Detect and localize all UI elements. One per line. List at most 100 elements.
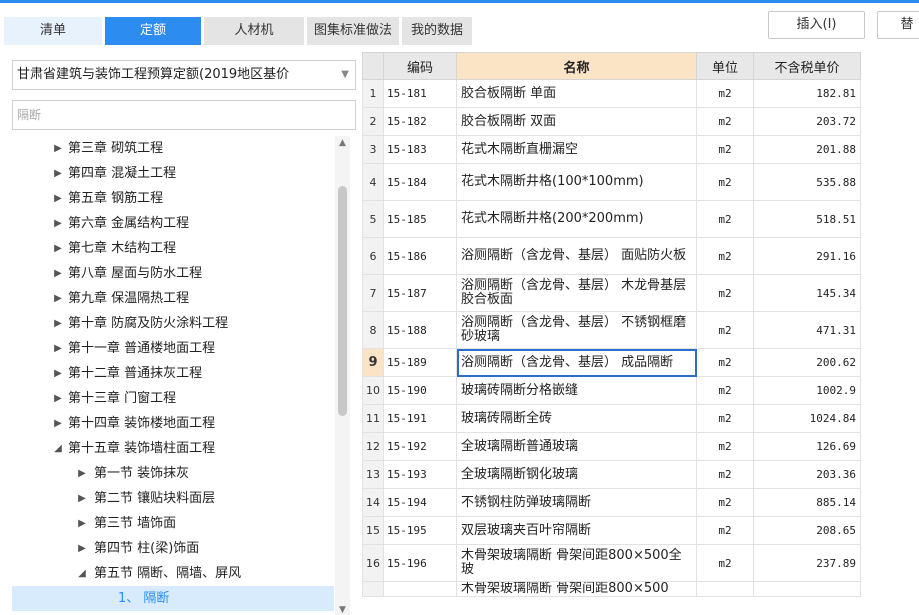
- quota-unit[interactable]: m2: [696, 79, 754, 108]
- table-row[interactable]: 14 15-194 不锈钢柱防弹玻璃隔断 m2 885.14: [362, 488, 861, 517]
- table-row[interactable]: 9 15-189 浴厕隔断（含龙骨、基层） 成品隔断 m2 200.62: [362, 348, 861, 377]
- caret-expanded-icon[interactable]: ◢: [52, 436, 64, 461]
- quota-unit[interactable]: m2: [696, 163, 754, 201]
- quota-name[interactable]: 浴厕隔断（含龙骨、基层） 木龙骨基层胶合板面: [456, 274, 697, 312]
- quota-unit[interactable]: m2: [696, 200, 754, 238]
- table-row[interactable]: 7 15-187 浴厕隔断（含龙骨、基层） 木龙骨基层胶合板面 m2 145.34: [362, 274, 861, 312]
- quota-code[interactable]: 15-196: [383, 544, 457, 582]
- quota-code[interactable]: 15-185: [383, 200, 457, 238]
- caret-expanded-icon[interactable]: ◢: [76, 561, 88, 586]
- quota-price[interactable]: 200.62: [753, 348, 861, 377]
- tab-quota[interactable]: 定额: [105, 17, 201, 45]
- quota-unit[interactable]: m2: [696, 460, 754, 489]
- quota-name[interactable]: 浴厕隔断（含龙骨、基层） 面贴防火板: [456, 237, 697, 275]
- quota-name[interactable]: 木骨架玻璃隔断 骨架间距800×500: [456, 581, 697, 597]
- quota-name[interactable]: 玻璃砖隔断全砖: [456, 404, 697, 433]
- table-row[interactable]: 5 15-185 花式木隔断井格(200*200mm) m2 518.51: [362, 200, 861, 238]
- caret-right-icon[interactable]: ▶: [52, 361, 64, 386]
- tree-item[interactable]: ▶ 第三节 墙饰面: [12, 511, 334, 536]
- tree-scrollbar[interactable]: ▲ ▼: [335, 136, 350, 615]
- caret-right-icon[interactable]: ▶: [52, 411, 64, 436]
- table-row[interactable]: 12 15-192 全玻璃隔断普通玻璃 m2 126.69: [362, 432, 861, 461]
- quota-unit[interactable]: m2: [696, 376, 754, 405]
- quota-code[interactable]: 15-184: [383, 163, 457, 201]
- quota-name[interactable]: 胶合板隔断 单面: [456, 79, 697, 108]
- quota-name[interactable]: 全玻璃隔断钢化玻璃: [456, 460, 697, 489]
- quota-unit[interactable]: m2: [696, 432, 754, 461]
- quota-unit[interactable]: m2: [696, 348, 754, 377]
- quota-price[interactable]: 885.14: [753, 488, 861, 517]
- quota-code[interactable]: 15-195: [383, 516, 457, 545]
- caret-right-icon[interactable]: ▶: [52, 311, 64, 336]
- caret-right-icon[interactable]: ▶: [52, 336, 64, 361]
- table-row[interactable]: 6 15-186 浴厕隔断（含龙骨、基层） 面贴防火板 m2 291.16: [362, 237, 861, 275]
- scroll-down-icon[interactable]: ▼: [335, 605, 350, 615]
- quota-price[interactable]: 126.69: [753, 432, 861, 461]
- tree-item[interactable]: ▶ 第八章 屋面与防水工程: [12, 261, 334, 286]
- insert-button[interactable]: 插入(I): [768, 11, 865, 39]
- quota-code[interactable]: 15-188: [383, 311, 457, 349]
- tab-atlas-standard[interactable]: 图集标准做法: [307, 17, 399, 45]
- quota-price[interactable]: 145.34: [753, 274, 861, 312]
- quota-name[interactable]: 浴厕隔断（含龙骨、基层） 成品隔断: [456, 348, 697, 377]
- quota-unit[interactable]: m2: [696, 274, 754, 312]
- quota-name[interactable]: 全玻璃隔断普通玻璃: [456, 432, 697, 461]
- quota-unit[interactable]: m2: [696, 516, 754, 545]
- quota-price[interactable]: 291.16: [753, 237, 861, 275]
- quota-price[interactable]: 203.36: [753, 460, 861, 489]
- quota-unit[interactable]: m2: [696, 404, 754, 433]
- quota-name[interactable]: 双层玻璃夹百叶帘隔断: [456, 516, 697, 545]
- quota-price[interactable]: 237.89: [753, 544, 861, 582]
- quota-code[interactable]: 15-186: [383, 237, 457, 275]
- table-row[interactable]: 木骨架玻璃隔断 骨架间距800×500: [362, 581, 861, 597]
- scroll-thumb[interactable]: [338, 186, 347, 416]
- quota-price[interactable]: 535.88: [753, 163, 861, 201]
- tab-labor-material[interactable]: 人材机: [204, 17, 304, 45]
- tree-item[interactable]: ▶ 第三章 砌筑工程: [12, 136, 334, 161]
- tree-item[interactable]: 1、 隔断: [12, 586, 334, 611]
- search-input[interactable]: 隔断: [12, 100, 356, 130]
- quota-price[interactable]: 182.81: [753, 79, 861, 108]
- caret-right-icon[interactable]: ▶: [76, 461, 88, 486]
- quota-code[interactable]: 15-194: [383, 488, 457, 517]
- caret-right-icon[interactable]: ▶: [76, 536, 88, 561]
- quota-name[interactable]: 玻璃砖隔断分格嵌缝: [456, 376, 697, 405]
- caret-right-icon[interactable]: ▶: [52, 161, 64, 186]
- quota-price[interactable]: 208.65: [753, 516, 861, 545]
- header-code[interactable]: 编码: [383, 52, 457, 80]
- table-row[interactable]: 8 15-188 浴厕隔断（含龙骨、基层） 不锈钢框磨砂玻璃 m2 471.31: [362, 311, 861, 349]
- tree-item[interactable]: ▶ 第十一章 普通楼地面工程: [12, 336, 334, 361]
- tree-item[interactable]: ▶ 第十二章 普通抹灰工程: [12, 361, 334, 386]
- caret-right-icon[interactable]: ▶: [52, 211, 64, 236]
- caret-right-icon[interactable]: ▶: [52, 286, 64, 311]
- table-row[interactable]: 15 15-195 双层玻璃夹百叶帘隔断 m2 208.65: [362, 516, 861, 545]
- quota-unit[interactable]: m2: [696, 237, 754, 275]
- tree-item[interactable]: ▶ 第四章 混凝土工程: [12, 161, 334, 186]
- tree-item[interactable]: ▶ 第五章 钢筋工程: [12, 186, 334, 211]
- quota-name[interactable]: 浴厕隔断（含龙骨、基层） 不锈钢框磨砂玻璃: [456, 311, 697, 349]
- table-row[interactable]: 1 15-181 胶合板隔断 单面 m2 182.81: [362, 79, 861, 108]
- tree-item[interactable]: ◢ 第五节 隔断、隔墙、屏风: [12, 561, 334, 586]
- quota-name[interactable]: 花式木隔断井格(200*200mm): [456, 200, 697, 238]
- table-row[interactable]: 3 15-183 花式木隔断直栅漏空 m2 201.88: [362, 135, 861, 164]
- tab-my-data[interactable]: 我的数据: [402, 17, 472, 45]
- tree-item[interactable]: ▶ 第二节 镶贴块料面层: [12, 486, 334, 511]
- caret-right-icon[interactable]: ▶: [76, 511, 88, 536]
- quota-unit[interactable]: [696, 581, 754, 597]
- quota-name[interactable]: 花式木隔断直栅漏空: [456, 135, 697, 164]
- caret-right-icon[interactable]: ▶: [52, 261, 64, 286]
- caret-right-icon[interactable]: ▶: [76, 486, 88, 511]
- quota-name[interactable]: 胶合板隔断 双面: [456, 107, 697, 136]
- tree-item[interactable]: ◢ 第十五章 装饰墙柱面工程: [12, 436, 334, 461]
- quota-unit[interactable]: m2: [696, 544, 754, 582]
- quota-unit[interactable]: m2: [696, 107, 754, 136]
- caret-right-icon[interactable]: ▶: [52, 236, 64, 261]
- quota-price[interactable]: 1002.9: [753, 376, 861, 405]
- tree-item[interactable]: ▶ 第四节 柱(梁)饰面: [12, 536, 334, 561]
- tree-item[interactable]: ▶ 第六章 金属结构工程: [12, 211, 334, 236]
- quota-name[interactable]: 花式木隔断井格(100*100mm): [456, 163, 697, 201]
- quota-code[interactable]: 15-189: [383, 348, 457, 377]
- tree-item[interactable]: ▶ 第七章 木结构工程: [12, 236, 334, 261]
- replace-button[interactable]: 替: [877, 11, 919, 39]
- header-price[interactable]: 不含税单价: [753, 52, 861, 80]
